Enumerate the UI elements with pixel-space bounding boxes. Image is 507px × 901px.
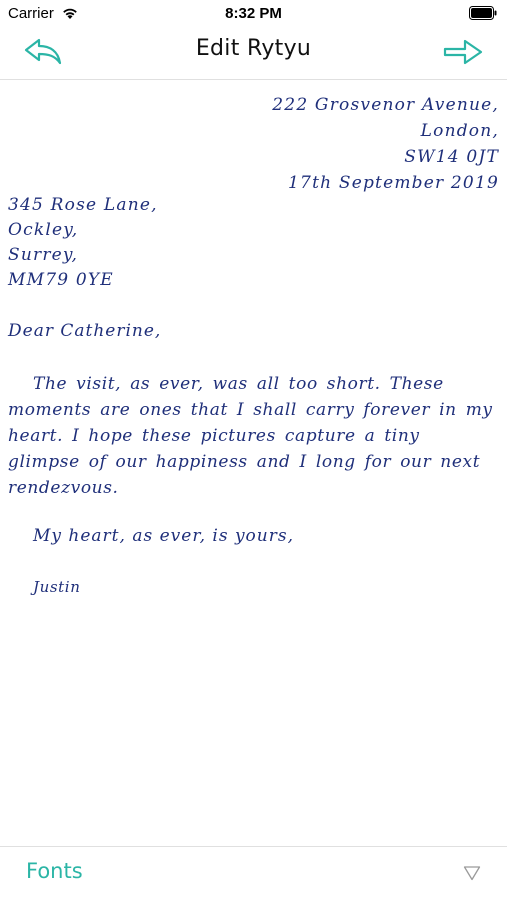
- sender-address: 222 Grosvenor Avenue, London, SW14 0JT 1…: [272, 92, 499, 196]
- recipient-address: 345 Rose Lane, Ockley, Surrey, MM79 0YE: [8, 193, 158, 293]
- battery-icon: [469, 6, 497, 20]
- sender-address-line: SW14 0JT: [404, 147, 499, 167]
- recipient-address-line: 345 Rose Lane,: [8, 195, 158, 215]
- page-title: Edit Rytyu: [195, 36, 312, 61]
- letter-signature: Justin: [33, 578, 81, 596]
- status-bar: Carrier 8:32 PM: [0, 0, 507, 28]
- sender-address-line: 222 Grosvenor Avenue,: [272, 95, 499, 115]
- recipient-address-line: Ockley,: [8, 220, 79, 240]
- navigation-bar: Edit Rytyu: [0, 28, 507, 80]
- sender-address-line: London,: [420, 121, 499, 141]
- fonts-button[interactable]: Fonts: [26, 859, 83, 883]
- recipient-address-line: MM79 0YE: [8, 270, 114, 290]
- letter-body: The visit, as ever, was all too short. T…: [8, 374, 493, 498]
- forward-arrow-icon: [443, 39, 483, 65]
- letter-canvas[interactable]: 222 Grosvenor Avenue, London, SW14 0JT 1…: [0, 80, 507, 845]
- clock-time: 8:32 PM: [225, 5, 282, 22]
- letter-greeting: Dear Catherine,: [8, 321, 162, 341]
- bottom-toolbar: Fonts: [0, 846, 507, 901]
- recipient-address-line: Surrey,: [8, 245, 79, 265]
- triangle-down-icon[interactable]: [463, 865, 481, 881]
- letter-closing: My heart, as ever, is yours,: [33, 526, 294, 546]
- letter-date: 17th September 2019: [288, 173, 499, 193]
- forward-button[interactable]: [441, 36, 485, 70]
